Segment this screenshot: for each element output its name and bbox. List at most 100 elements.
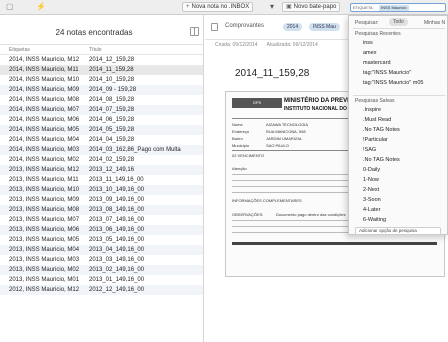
note-row-title: 2013_12_149,16 [89, 167, 135, 173]
note-row-title: 2013_05_149,16_00 [89, 237, 145, 243]
note-row-tags: 2014, INSS Mauricio, M08 [9, 97, 80, 103]
saved-search-item[interactable]: .Must Read [363, 117, 391, 123]
saved-search-item[interactable]: 2-Next [363, 187, 379, 193]
doc-field-label: OBSERVAÇÕES: [232, 212, 264, 217]
notebook-name[interactable]: Comprovantes [225, 23, 264, 29]
note-row[interactable]: 2012, INSS Mauricio, M12 2012_12_149,16_0… [0, 285, 203, 295]
note-row[interactable]: 2014, INSS Mauricio, M12 2014_12_159,28 [0, 55, 203, 65]
note-row[interactable]: 2014, INSS Mauricio, M11 2014_11_159,28 [0, 65, 203, 75]
search-scope-label: Pesquisar: [355, 20, 379, 26]
activity-icon[interactable]: ⚡ [36, 2, 46, 12]
recent-search-item[interactable]: mastercard [363, 60, 391, 66]
recent-search-item[interactable]: amex [363, 50, 376, 56]
column-header-title[interactable]: Título [89, 47, 102, 53]
note-row[interactable]: 2014, INSS Mauricio, M03 2014_03_162,86_P… [0, 145, 203, 155]
note-row-title: 2012_12_149,16_00 [89, 287, 145, 293]
divider [353, 28, 445, 29]
note-row-tags: 2012, INSS Mauricio, M12 [9, 287, 80, 293]
note-row[interactable]: 2014, INSS Mauricio, M09 2014_09 - 159,28 [0, 85, 203, 95]
note-row[interactable]: 2014, INSS Mauricio, M06 2014_06_159,28 [0, 115, 203, 125]
note-tag[interactable]: 2014 [283, 23, 303, 31]
notebook-icon [211, 23, 218, 31]
search-prefix-label: ETIQUETA [353, 5, 373, 10]
doc-field-value: AIZAWA TECNOLOGIA [266, 122, 309, 127]
note-row-title: 2013_01_149,16_00 [89, 277, 145, 283]
saved-search-item[interactable]: 6-Waiting [363, 217, 386, 223]
scope-mine-button[interactable]: Minhas N [424, 20, 445, 26]
note-row[interactable]: 2013, INSS Mauricio, M10 2013_10_149,16_0… [0, 185, 203, 195]
recent-search-item[interactable]: tag:"INSS Mauricio" [363, 70, 411, 76]
note-rows: 2014, INSS Mauricio, M12 2014_12_159,28 20… [0, 55, 203, 295]
note-row-title: 2013_07_149,16_00 [89, 217, 145, 223]
saved-search-item[interactable]: 0-Daily [363, 167, 380, 173]
note-row[interactable]: 2014, INSS Mauricio, M04 2014_04_159,28 [0, 135, 203, 145]
note-row-tags: 2013, INSS Mauricio, M02 [9, 267, 80, 273]
note-row-title: 2013_08_149,16_00 [89, 207, 145, 213]
recent-searches-heading: Pesquisas Recentes [355, 31, 401, 37]
column-headers: Etiquetas Título [0, 45, 203, 55]
note-row-title: 2014_05_159,28 [89, 127, 135, 133]
note-row-title: 2013_02_149,16_00 [89, 267, 145, 273]
note-row-tags: 2013, INSS Mauricio, M08 [9, 207, 80, 213]
saved-search-item[interactable]: .No TAG Notes [363, 157, 400, 163]
chat-icon: ▣ [286, 4, 292, 10]
note-title[interactable]: 2014_11_159,28 [235, 68, 309, 79]
saved-search-item[interactable]: 4-Later [363, 207, 380, 213]
recent-search-item[interactable]: inss [363, 40, 373, 46]
note-row[interactable]: 2013, INSS Mauricio, M05 2013_05_149,16_0… [0, 235, 203, 245]
note-row[interactable]: 2013, INSS Mauricio, M08 2013_08_149,16_0… [0, 205, 203, 215]
note-row[interactable]: 2014, INSS Mauricio, M10 2014_10_159,28 [0, 75, 203, 85]
created-date: Criada: 09/12/2014 [215, 42, 258, 48]
new-note-button[interactable]: + Nova nota no .INBOX [182, 2, 254, 12]
note-row[interactable]: 2013, INSS Mauricio, M06 2013_06_149,16_0… [0, 225, 203, 235]
note-row[interactable]: 2013, INSS Mauricio, M12 2013_12_149,16 [0, 165, 203, 175]
note-row-tags: 2014, INSS Mauricio, M03 [9, 147, 80, 153]
note-tag[interactable]: INSS Mau [309, 23, 340, 31]
note-row[interactable]: 2014, INSS Mauricio, M07 2014_07_159,28 [0, 105, 203, 115]
note-row[interactable]: 2013, INSS Mauricio, M02 2013_02_149,16_0… [0, 265, 203, 275]
toolbar: ▢ ⚡ + Nova nota no .INBOX ▾ ▣ Novo bate-pa… [0, 0, 448, 15]
column-header-tags[interactable]: Etiquetas [9, 47, 30, 53]
scope-all-button[interactable]: Todo [389, 18, 408, 26]
note-count-title: 24 notas encontradas [55, 28, 133, 37]
saved-search-item[interactable]: .No TAG Notes [363, 127, 400, 133]
search-tag-chip[interactable]: INSS Mauricio [379, 5, 409, 11]
note-list-panel: 24 notas encontradas Etiquetas Título 20… [0, 15, 204, 342]
dropdown-arrow-icon[interactable]: ▾ [270, 2, 274, 12]
note-meta: Criada: 09/12/2014 Atualizada: 09/12/201… [215, 42, 326, 48]
sidebar-toggle-icon[interactable]: ▢ [6, 2, 14, 12]
layout-toggle-icon[interactable] [190, 27, 199, 36]
note-row[interactable]: 2013, INSS Mauricio, M03 2013_03_149,16_0… [0, 255, 203, 265]
note-row[interactable]: 2013, INSS Mauricio, M04 2013_04_149,16_0… [0, 245, 203, 255]
note-row-title: 2014_11_159,28 [89, 67, 134, 73]
note-row[interactable]: 2013, INSS Mauricio, M09 2013_09_149,16_0… [0, 195, 203, 205]
divider [353, 95, 445, 96]
note-row-title: 2014_06_159,28 [89, 117, 135, 123]
note-row[interactable]: 2014, INSS Mauricio, M08 2014_08_159,28 [0, 95, 203, 105]
saved-search-item[interactable]: 1-Now [363, 177, 379, 183]
new-chat-button[interactable]: ▣ Novo bate-papo [282, 2, 341, 12]
note-row-title: 2014_10_159,28 [89, 77, 135, 83]
saved-search-item[interactable]: !SAG [363, 147, 376, 153]
add-search-option-label: Adicionar opção de pesquisa [359, 228, 417, 233]
note-row[interactable]: 2014, INSS Mauricio, M02 2014_02_159,28 [0, 155, 203, 165]
note-row[interactable]: 2013, INSS Mauricio, M11 2013_11_149,16_0… [0, 175, 203, 185]
note-row[interactable]: 2014, INSS Mauricio, M05 2014_05_159,28 [0, 125, 203, 135]
note-row-tags: 2014, INSS Mauricio, M12 [9, 57, 80, 63]
saved-search-item[interactable]: 3-Soon [363, 197, 381, 203]
doc-field-value: JARDIM UMARIZAL [266, 136, 303, 141]
new-note-label: Nova nota no .INBOX [191, 4, 250, 10]
search-input[interactable]: ETIQUETA INSS Mauricio [350, 3, 446, 12]
gps-logo: GPS [232, 98, 282, 108]
scrollbar[interactable] [203, 127, 204, 167]
saved-search-item[interactable]: !Particular [363, 137, 388, 143]
add-search-option-button[interactable]: Adicionar opção de pesquisa [355, 227, 441, 235]
doc-field-label: Endereço [232, 129, 250, 134]
note-row[interactable]: 2013, INSS Mauricio, M01 2013_01_149,16_0… [0, 275, 203, 285]
note-row-tags: 2013, INSS Mauricio, M11 [9, 177, 79, 183]
note-row-title: 2013_06_149,16_00 [89, 227, 145, 233]
saved-search-item[interactable]: .Inspire [363, 107, 381, 113]
recent-search-item[interactable]: tag:"INSS Mauricio" m05 [363, 80, 423, 86]
note-row[interactable]: 2013, INSS Mauricio, M07 2013_07_149,16_0… [0, 215, 203, 225]
note-row-tags: 2014, INSS Mauricio, M10 [9, 77, 80, 83]
